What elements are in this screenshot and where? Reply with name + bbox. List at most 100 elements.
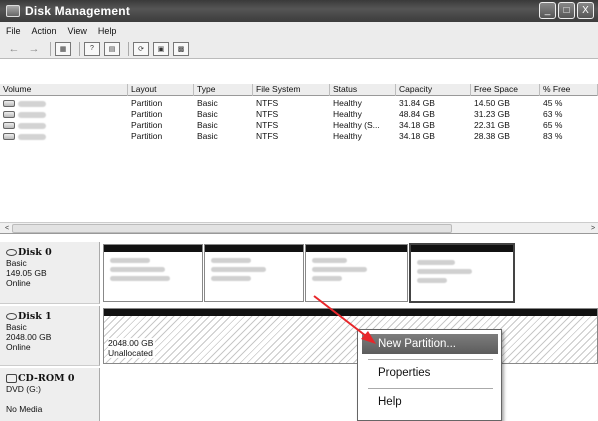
layout-cell: Partition [131,131,163,141]
type-cell: Basic [197,120,218,130]
show-hide-console-tree-icon[interactable]: ▦ [55,41,71,56]
type-cell: Basic [197,109,218,119]
file-system-cell: NTFS [256,98,279,108]
status-cell: Healthy [333,98,362,108]
menu-view[interactable]: View [68,26,87,36]
partition-name-blurred [417,260,455,265]
menu-item-help[interactable]: Help [362,392,498,412]
partition-status-blurred [211,276,251,281]
partition-size-blurred [312,267,367,272]
horizontal-scrollbar[interactable]: < > [0,222,598,234]
column-file-system[interactable]: File System [253,84,330,96]
disk-state: Online [6,342,31,352]
menu-action[interactable]: Action [32,26,57,36]
scrollbar-thumb[interactable] [12,224,452,233]
partition-status-blurred [312,276,342,281]
properties-icon[interactable]: ▣ [153,41,169,56]
disk-0-partition-2[interactable] [204,244,304,302]
partition-bar [104,245,202,252]
volume-icon [3,133,15,141]
forward-arrow-icon[interactable]: → [26,42,42,56]
volume-cell [3,98,46,109]
status-cell: Healthy [333,109,362,119]
partition-size-blurred [110,267,165,272]
volume-icon [3,100,15,108]
partition-size-blurred [211,267,266,272]
partition-name-blurred [312,258,347,263]
table-row[interactable]: Partition Basic NTFS Healthy 34.18 GB 28… [0,131,598,142]
menu-separator [368,359,493,360]
percent-free-cell: 45 % [543,98,563,108]
scroll-left-icon[interactable]: < [2,224,12,233]
menu-bar: File Action View Help [0,22,598,39]
disk-type: Basic [6,322,27,332]
partition-name-blurred [110,258,150,263]
percent-free-cell: 65 % [543,120,563,130]
table-row[interactable]: Partition Basic NTFS Healthy (S... 34.18… [0,120,598,131]
layout-cell: Partition [131,109,163,119]
column-volume[interactable]: Volume [0,84,128,96]
disk-1-label[interactable]: Disk 1 Basic 2048.00 GB Online [0,306,100,366]
disk-0-partition-4[interactable] [409,243,515,303]
help-icon[interactable]: ? [84,41,100,56]
column-status[interactable]: Status [330,84,396,96]
disk-name: CD-ROM 0 [18,373,75,384]
volume-name-blurred [18,122,46,129]
settings-icon[interactable]: ▩ [173,41,189,56]
menu-file[interactable]: File [6,26,21,36]
table-row[interactable]: Partition Basic NTFS Healthy 31.84 GB 14… [0,98,598,109]
list-view-icon[interactable]: ▤ [104,41,120,56]
column-layout[interactable]: Layout [128,84,194,96]
percent-free-cell: 83 % [543,131,563,141]
window-title: Disk Management [25,4,131,18]
status-cell: Healthy (S... [333,120,380,130]
disk-name: Disk 1 [18,311,52,322]
percent-free-cell: 63 % [543,109,563,119]
layout-cell: Partition [131,120,163,130]
disk-icon [6,313,17,321]
capacity-cell: 48.84 GB [399,109,435,119]
minimize-button[interactable]: _ [539,2,556,19]
table-row[interactable]: Partition Basic NTFS Healthy 48.84 GB 31… [0,109,598,120]
disk-1-unallocated-space[interactable]: 2048.00 GB Unallocated [103,308,598,364]
volume-cell [3,109,46,120]
layout-cell: Partition [131,98,163,108]
cdrom-0-label[interactable]: CD-ROM 0 DVD (G:) No Media [0,368,100,421]
file-system-cell: NTFS [256,120,279,130]
partition-size-blurred [417,269,472,274]
disk-state: No Media [6,404,43,414]
menu-help[interactable]: Help [98,26,117,36]
maximize-button[interactable]: □ [558,2,575,19]
toolbar-separator [50,41,51,56]
disk-size: 2048.00 GB [6,332,52,342]
volume-list-header: Volume Layout Type File System Status Ca… [0,84,598,96]
menu-item-properties[interactable]: Properties [362,363,498,383]
close-button[interactable]: X [577,2,594,19]
menu-item-new-partition[interactable]: New Partition... [362,334,498,354]
volume-cell [3,120,46,131]
column-type[interactable]: Type [194,84,253,96]
scroll-right-icon[interactable]: > [588,224,598,233]
refresh-icon[interactable]: ⟳ [133,41,149,56]
disk-0-partition-1[interactable] [103,244,203,302]
disk-name: Disk 0 [18,247,52,258]
capacity-cell: 31.84 GB [399,98,435,108]
partition-name-blurred [211,258,251,263]
column-capacity[interactable]: Capacity [396,84,471,96]
disk-0-label[interactable]: Disk 0 Basic 149.05 GB Online [0,242,100,304]
toolbar: ← → ▦ ? ▤ ⟳ ▣ ▩ [0,39,598,59]
column-percent-free[interactable]: % Free [540,84,598,96]
partition-status-blurred [417,278,447,283]
partition-status-blurred [110,276,170,281]
unallocated-bar [104,309,597,316]
unallocated-size: 2048.00 GB [108,338,156,348]
disk-size: 149.05 GB [6,268,47,278]
back-arrow-icon[interactable]: ← [6,42,22,56]
free-space-cell: 14.50 GB [474,98,510,108]
status-cell: Healthy [333,131,362,141]
partition-bar [306,245,407,252]
toolbar-separator [128,41,129,56]
title-bar: Disk Management _ □ X [0,0,598,22]
disk-0-partition-3[interactable] [305,244,408,302]
column-free-space[interactable]: Free Space [471,84,540,96]
